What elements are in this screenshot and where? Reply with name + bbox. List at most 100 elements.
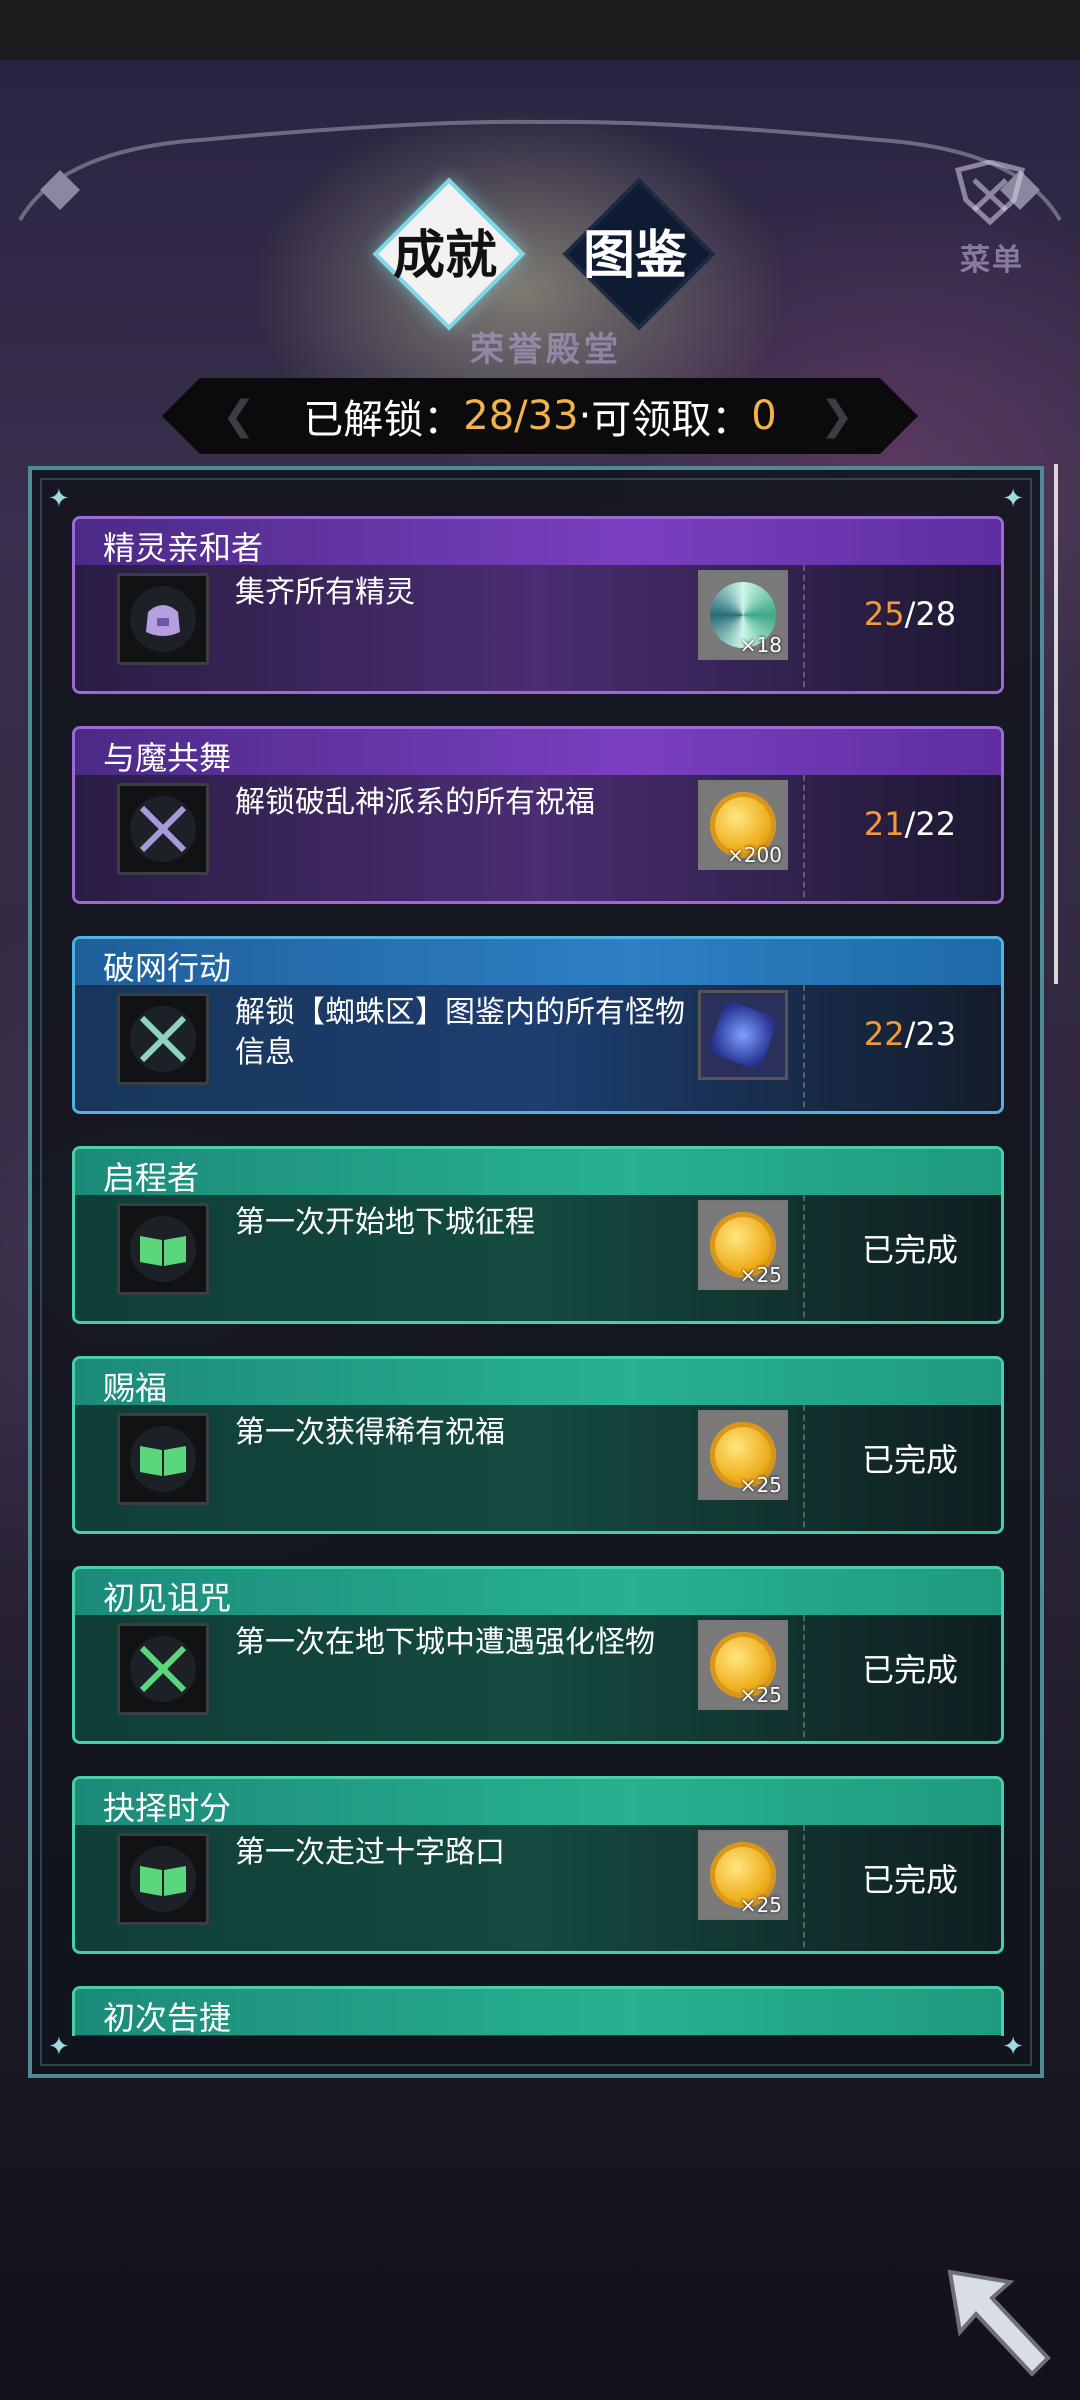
achievement-icon-box (117, 993, 209, 1085)
top-ornament-frame (18, 119, 1062, 221)
achievement-description: 第一次在地下城中遭遇强化怪物 (235, 1625, 655, 1660)
achievement-title: 精灵亲和者 (103, 529, 264, 567)
achievement-body: 第一次开始地下城征程 ×25 已完成 (75, 1195, 1001, 1321)
progress-separator: / (904, 805, 916, 843)
reward-item[interactable]: ×25 (698, 1830, 788, 1920)
achievement-title: 抉择时分 (103, 1789, 232, 1827)
achievement-header: 初见诅咒 (75, 1569, 1001, 1617)
card-divider (803, 1825, 805, 1951)
card-divider (803, 1405, 805, 1531)
achievement-header: 启程者 (75, 1149, 1001, 1197)
achievement-title: 初见诅咒 (103, 1579, 232, 1617)
reward-item[interactable]: ×25 (698, 1620, 788, 1710)
achievement-title: 启程者 (103, 1159, 200, 1197)
achievement-icon-box (117, 1833, 209, 1925)
achievement-card: 启程者 第一次开始地下城征程 ×25 已完成 (72, 1146, 1004, 1324)
achievement-card: 初见诅咒 第一次在地下城中遭遇强化怪物 ×25 已完成 (72, 1566, 1004, 1744)
tab-achievements[interactable]: 成就 (372, 177, 526, 331)
card-divider (803, 1615, 805, 1741)
back-arrow-icon[interactable] (940, 2262, 1060, 2382)
achievement-header: 精灵亲和者 (75, 519, 1001, 567)
card-divider (803, 565, 805, 691)
achievement-body: 第一次在地下城中遭遇强化怪物 ×25 已完成 (75, 1615, 1001, 1741)
achievement-header: 破网行动 (75, 939, 1001, 987)
achievement-description: 第一次开始地下城征程 (235, 1205, 535, 1240)
progress-total: 23 (915, 1015, 957, 1053)
open-book-icon (130, 1426, 196, 1492)
unlocked-label: 已解锁： (303, 397, 464, 443)
status-bar (0, 0, 1080, 60)
completed-status: 已完成 (861, 1861, 958, 1899)
achievement-icon-box (117, 1203, 209, 1295)
achievement-header: 初次告捷 (75, 1989, 1001, 2036)
achievement-body: 解锁【蜘蛛区】图鉴内的所有怪物信息 22/23 (75, 985, 1001, 1111)
reward-quantity: ×200 (727, 843, 782, 867)
reward-item[interactable]: ×200 (698, 780, 788, 870)
menu-icon[interactable] (950, 160, 1030, 230)
claimable-label: 可领取： (591, 397, 752, 443)
achievement-body: 解锁破乱神派系的所有祝福 ×200 21/22 (75, 775, 1001, 901)
achievement-header: 赐福 (75, 1359, 1001, 1407)
achievement-progress: 21/22 (815, 805, 1001, 843)
achievement-card: 破网行动 解锁【蜘蛛区】图鉴内的所有怪物信息 22/23 (72, 936, 1004, 1114)
achievement-progress: 25/28 (815, 595, 1001, 633)
reward-item[interactable]: ×25 (698, 1200, 788, 1290)
reward-quantity: ×25 (739, 1263, 782, 1287)
achievement-description: 解锁破乱神派系的所有祝福 (235, 785, 595, 820)
achievement-title: 初次告捷 (103, 1999, 232, 2036)
achievement-card: 与魔共舞 解锁破乱神派系的所有祝福 ×200 21/22 (72, 726, 1004, 904)
open-book-icon (130, 1846, 196, 1912)
card-divider (803, 985, 805, 1111)
unlocked-value: 28 (463, 393, 515, 439)
achievement-list[interactable]: 精灵亲和者 集齐所有精灵 ×18 25/28 与魔共舞 解锁破乱神派系的所有祝福… (72, 512, 1008, 2036)
crossed-swords-icon (130, 796, 196, 862)
achievement-header: 与魔共舞 (75, 729, 1001, 777)
achievement-card: 赐福 第一次获得稀有祝福 ×25 已完成 (72, 1356, 1004, 1534)
reward-item[interactable]: ×25 (698, 1410, 788, 1500)
hall-of-honor-subtitle: 荣誉殿堂 (470, 330, 622, 370)
reward-quantity: ×25 (739, 1893, 782, 1917)
tab-codex[interactable]: 图鉴 (562, 177, 716, 331)
banner-left-chevron-icon: ❮ (222, 393, 256, 439)
achievement-description: 第一次获得稀有祝福 (235, 1415, 505, 1450)
reward-item[interactable] (698, 990, 788, 1080)
open-book-icon (130, 1216, 196, 1282)
achievement-icon-box (117, 1623, 209, 1715)
progress-current: 22 (863, 1015, 905, 1053)
bag-icon (130, 586, 196, 652)
list-scrollbar[interactable] (1054, 464, 1058, 984)
card-divider (803, 1195, 805, 1321)
achievement-body: 第一次走过十字路口 ×25 已完成 (75, 1825, 1001, 1951)
achievement-body: 第一次获得稀有祝福 ×25 已完成 (75, 1405, 1001, 1531)
blue-dice-icon (707, 999, 779, 1071)
unlock-stats-banner: 已解锁： 28 / 33 · 可领取： 0 (162, 378, 918, 454)
achievement-card: 抉择时分 第一次走过十字路口 ×25 已完成 (72, 1776, 1004, 1954)
progress-separator: / (904, 595, 916, 633)
banner-right-chevron-icon: ❯ (820, 393, 854, 439)
corner-star-icon: ✦ (48, 2032, 70, 2062)
menu-label[interactable]: 菜单 (960, 235, 1024, 279)
achievement-card: 初次告捷 (72, 1986, 1004, 2036)
progress-current: 21 (863, 805, 905, 843)
achievement-body (75, 2035, 1001, 2036)
completed-status: 已完成 (861, 1441, 958, 1479)
completed-status: 已完成 (861, 1651, 958, 1689)
achievement-icon-box (117, 573, 209, 665)
achievement-card: 精灵亲和者 集齐所有精灵 ×18 25/28 (72, 516, 1004, 694)
corner-star-icon: ✦ (1002, 2032, 1024, 2062)
reward-quantity: ×25 (739, 1473, 782, 1497)
achievement-title: 赐福 (103, 1369, 168, 1407)
achievement-title: 破网行动 (103, 949, 232, 987)
achievement-title: 与魔共舞 (103, 739, 232, 777)
reward-item[interactable]: ×18 (698, 570, 788, 660)
tab-achievements-label: 成就 (392, 225, 497, 286)
crossed-swords-icon (130, 1006, 196, 1072)
corner-star-icon: ✦ (1002, 484, 1024, 514)
unlocked-separator: / (514, 393, 528, 439)
crossed-swords-icon (130, 1636, 196, 1702)
achievement-description: 集齐所有精灵 (235, 575, 415, 610)
claimable-value: 0 (751, 393, 777, 439)
progress-total: 22 (915, 805, 957, 843)
reward-quantity: ×18 (739, 633, 782, 657)
achievement-progress: 22/23 (815, 1015, 1001, 1053)
